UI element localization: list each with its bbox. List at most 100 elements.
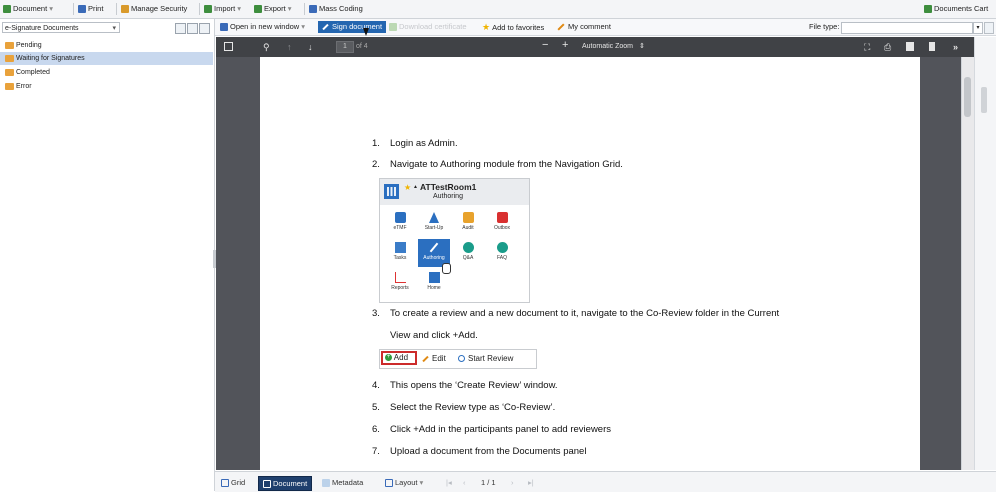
- pdf-toolbar: ⚲ ↑ ↓ 1 of 4 − + Automatic Zoom ⇕ ⛶ ⎙ »: [216, 37, 974, 57]
- document-view-button[interactable]: Document: [258, 476, 313, 491]
- sign-document-button[interactable]: Sign document: [318, 21, 387, 33]
- add-button: + Add: [381, 351, 417, 365]
- page-total: of 4: [356, 43, 368, 50]
- chevron-down-icon[interactable]: ▾: [973, 22, 983, 34]
- file-type-select[interactable]: [841, 22, 973, 34]
- print-icon[interactable]: ⎙: [884, 41, 891, 53]
- mass-coding-label: Mass Coding: [319, 4, 363, 13]
- pencil-icon: [557, 23, 565, 31]
- first-page-icon[interactable]: |◂: [446, 476, 452, 489]
- step-5: 5. Select the Review type as ‘Co-Review’.: [372, 402, 556, 413]
- certificate-icon: [389, 23, 397, 32]
- tree-item-label: Pending: [16, 42, 42, 49]
- tools-expand-icon[interactable]: »: [953, 41, 958, 53]
- room-title: ATTestRoom1: [420, 182, 477, 192]
- export-menu-button[interactable]: Export ▾: [254, 3, 291, 15]
- export-icon: [254, 5, 262, 14]
- grid-view-button[interactable]: Grid: [221, 476, 245, 489]
- viewer-scrollbar[interactable]: [961, 57, 974, 470]
- chat-icon: [462, 242, 474, 253]
- module-etmf: eTMF: [386, 212, 414, 234]
- plus-circle-icon: +: [385, 354, 392, 362]
- last-page-icon[interactable]: ▸|: [528, 476, 534, 489]
- tree-item-completed[interactable]: Completed: [0, 66, 213, 79]
- zoom-out-button[interactable]: −: [542, 39, 548, 51]
- chart-icon: [394, 272, 406, 283]
- search-icon[interactable]: ⚲: [263, 41, 270, 53]
- mass-coding-button[interactable]: Mass Coding: [309, 3, 363, 15]
- room-header: ★ ▲ ATTestRoom1 Authoring: [380, 179, 529, 205]
- mouse-cursor-icon: [363, 28, 369, 36]
- tree-item-label: Waiting for Signatures: [16, 55, 85, 62]
- presentation-mode-icon[interactable]: ⛶: [864, 41, 870, 53]
- scrollbar-thumb[interactable]: [964, 77, 971, 117]
- pdf-viewer[interactable]: 1. Login as Admin. 2. Navigate to Authorin…: [216, 57, 961, 470]
- step-7: 7. Upload a document from the Documents p…: [372, 446, 587, 457]
- zoom-in-button[interactable]: +: [562, 39, 568, 51]
- sidebar-toggle-icon[interactable]: [224, 42, 233, 51]
- download-certificate-button[interactable]: Download certificate: [389, 21, 467, 33]
- module-home: Home: [420, 272, 448, 294]
- grid-view-icon: [221, 479, 229, 488]
- layout-label: Layout: [395, 478, 418, 487]
- page-number-input[interactable]: 1: [336, 41, 354, 53]
- collapse-icon[interactable]: [175, 23, 186, 34]
- manage-security-label: Manage Security: [131, 4, 188, 13]
- module-audit: Audit: [454, 212, 482, 234]
- documents-cart-button[interactable]: Documents Cart: [924, 3, 988, 15]
- arrow-down-icon[interactable]: ↓: [308, 41, 313, 53]
- star-icon: ★: [404, 183, 412, 192]
- refresh-icon[interactable]: [187, 23, 198, 34]
- maximize-icon[interactable]: [199, 23, 210, 34]
- document-menu-label: Document: [13, 4, 48, 13]
- document-menu-button[interactable]: Document ▾: [3, 3, 53, 15]
- step-2: 2. Navigate to Authoring module from the …: [372, 159, 623, 170]
- metadata-view-button[interactable]: Metadata: [322, 476, 363, 489]
- tree-item-error[interactable]: Error: [0, 80, 213, 93]
- step-3-continued: View and click +Add.: [390, 330, 478, 341]
- save-icon[interactable]: [906, 42, 914, 51]
- pager-value: 1 / 1: [481, 478, 496, 487]
- security-icon: [121, 5, 129, 14]
- caret-icon: ▲: [413, 184, 418, 190]
- authoring-screenshot: ★ ▲ ATTestRoom1 Authoring eTMF Start-Up …: [379, 178, 530, 303]
- toolbar-divider: [199, 3, 200, 15]
- pen-icon: [322, 23, 329, 31]
- play-circle-icon: [458, 355, 465, 363]
- tree-item-pending[interactable]: Pending: [0, 39, 213, 52]
- my-comment-button[interactable]: My comment: [557, 21, 611, 33]
- arrow-up-icon[interactable]: ↑: [287, 41, 292, 53]
- cart-icon: [924, 5, 932, 14]
- module-qa: Q&A: [454, 242, 482, 264]
- metadata-icon: [322, 479, 330, 488]
- tree-item-waiting-for-signatures[interactable]: Waiting for Signatures: [0, 52, 213, 65]
- grid-icon: [384, 184, 399, 199]
- star-icon: ★: [482, 22, 491, 32]
- flask-icon: [429, 212, 439, 223]
- import-menu-button[interactable]: Import ▾: [204, 3, 241, 15]
- module-start-up: Start-Up: [420, 212, 448, 234]
- panel-scroll-handle[interactable]: [981, 87, 987, 113]
- tasks-icon: [394, 242, 406, 253]
- print-button[interactable]: Print: [78, 3, 103, 15]
- pencil-icon: [422, 355, 429, 363]
- next-page-icon[interactable]: ›: [511, 476, 514, 489]
- layout-menu-button[interactable]: Layout ▾: [385, 476, 423, 489]
- grid-view-label: Grid: [231, 478, 246, 487]
- filter-icon[interactable]: [984, 22, 994, 34]
- open-new-window-button[interactable]: Open in new window ▾: [220, 21, 305, 33]
- folder-category-select[interactable]: e-Signature Documents ▾: [2, 22, 120, 33]
- document-toolbar: Open in new window ▾ Sign document Downlo…: [215, 19, 996, 36]
- folder-icon: [5, 55, 14, 62]
- step-3: 3. To create a review and a new document …: [372, 308, 780, 319]
- bookmark-icon[interactable]: [929, 42, 935, 51]
- pdf-page: 1. Login as Admin. 2. Navigate to Authorin…: [260, 57, 920, 470]
- add-to-favorites-button[interactable]: ★ Add to favorites: [482, 21, 544, 33]
- module-reports: Reports: [386, 272, 414, 294]
- chevron-down-icon: ▾: [112, 25, 116, 32]
- zoom-select[interactable]: Automatic Zoom ⇕: [582, 41, 645, 53]
- manage-security-button[interactable]: Manage Security: [121, 3, 187, 15]
- my-comment-label: My comment: [568, 22, 611, 31]
- edit-button: Edit: [422, 353, 446, 365]
- previous-page-icon[interactable]: ‹: [463, 476, 466, 489]
